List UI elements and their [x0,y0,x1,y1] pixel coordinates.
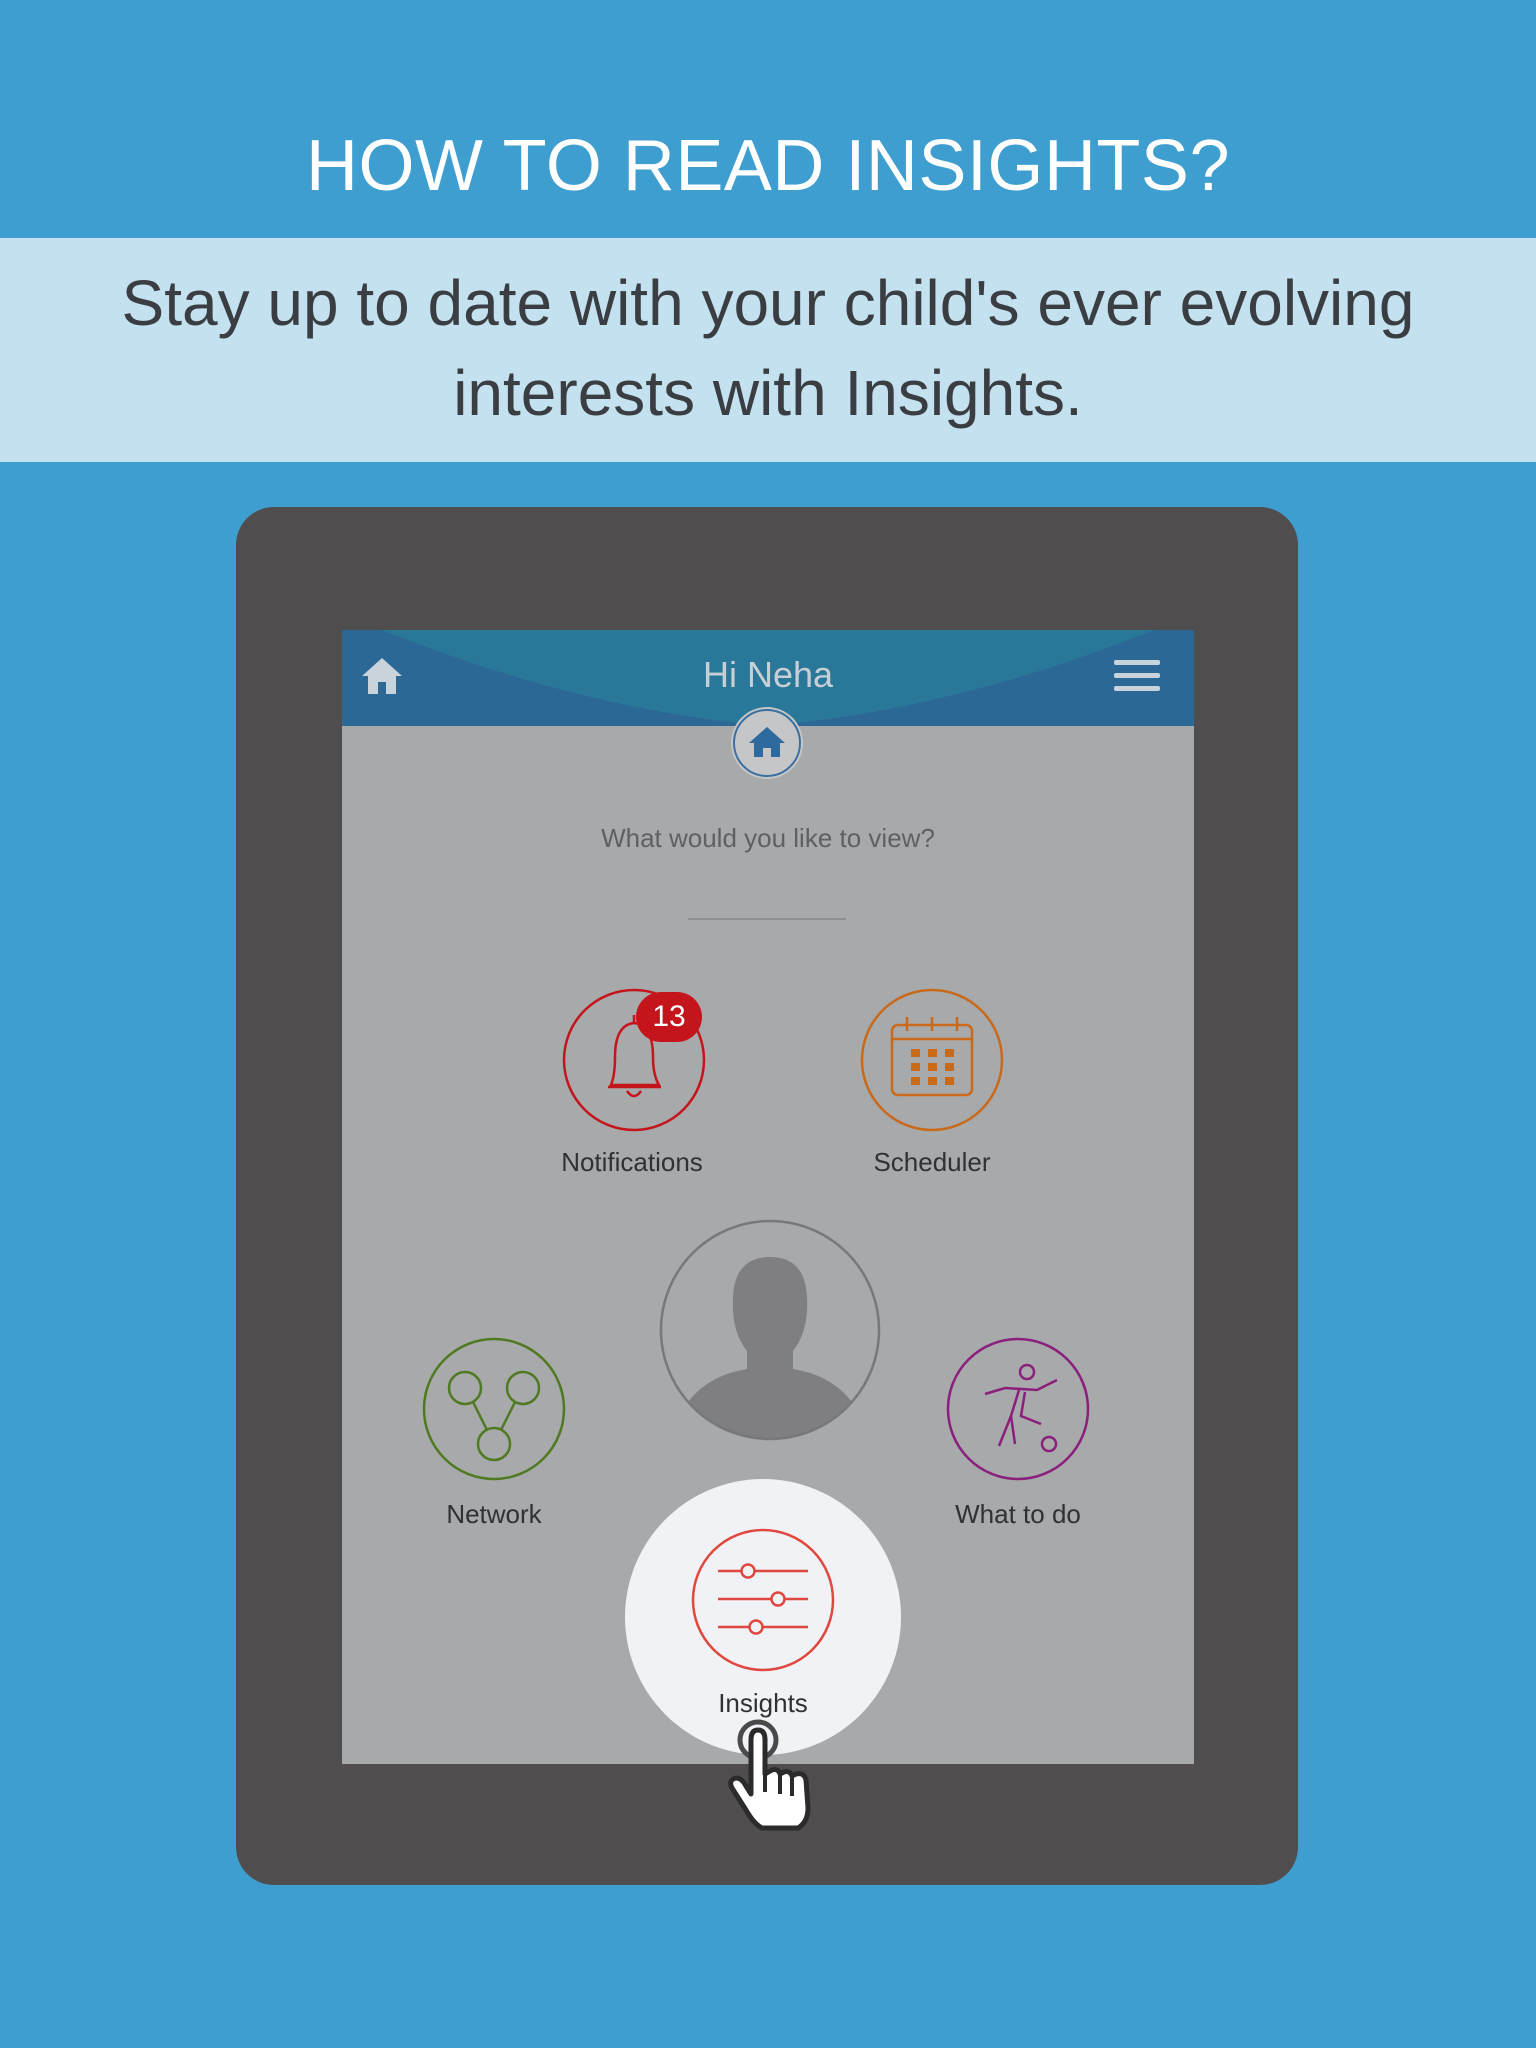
child-avatar[interactable] [659,1219,881,1441]
what-to-do-button[interactable]: What to do [898,1336,1138,1536]
sliders-icon [691,1528,835,1672]
hamburger-menu-icon [1114,660,1160,691]
divider [688,918,846,920]
insights-button[interactable]: Insights [643,1527,883,1727]
subtitle-band: Stay up to date with your child's ever e… [0,238,1536,462]
tablet-frame: Hi Neha What would you like to view? Not… [236,507,1298,1885]
scheduler-label: Scheduler [873,1147,991,1177]
network-label: Network [446,1499,542,1529]
home-circle-icon [731,707,803,779]
network-icon [422,1337,566,1481]
notifications-button[interactable]: Notifications [512,987,752,1187]
home-badge-button[interactable] [729,705,805,781]
soccer-player-icon [946,1337,1090,1481]
profile-silhouette-icon [659,1219,881,1441]
what-to-do-label: What to do [955,1499,1081,1529]
promo-subtitle: Stay up to date with your child's ever e… [121,267,1415,429]
home-icon [362,658,402,694]
notification-count-badge: 13 [636,992,702,1042]
header-home-button[interactable] [358,652,406,700]
notifications-label: Notifications [561,1147,703,1177]
hand-pointer-icon [728,1719,811,1831]
promo-title: HOW TO READ INSIGHTS? [306,126,1230,206]
app-screen: Hi Neha What would you like to view? Not… [342,630,1194,1764]
scheduler-button[interactable]: Scheduler [812,987,1052,1187]
prompt-text: What would you like to view? [601,823,935,853]
network-button[interactable]: Network [374,1336,614,1536]
hand-pointer [722,1716,828,1836]
header-greeting: Hi Neha [702,654,834,695]
menu-button[interactable] [1112,656,1164,696]
calendar-icon [860,988,1004,1132]
